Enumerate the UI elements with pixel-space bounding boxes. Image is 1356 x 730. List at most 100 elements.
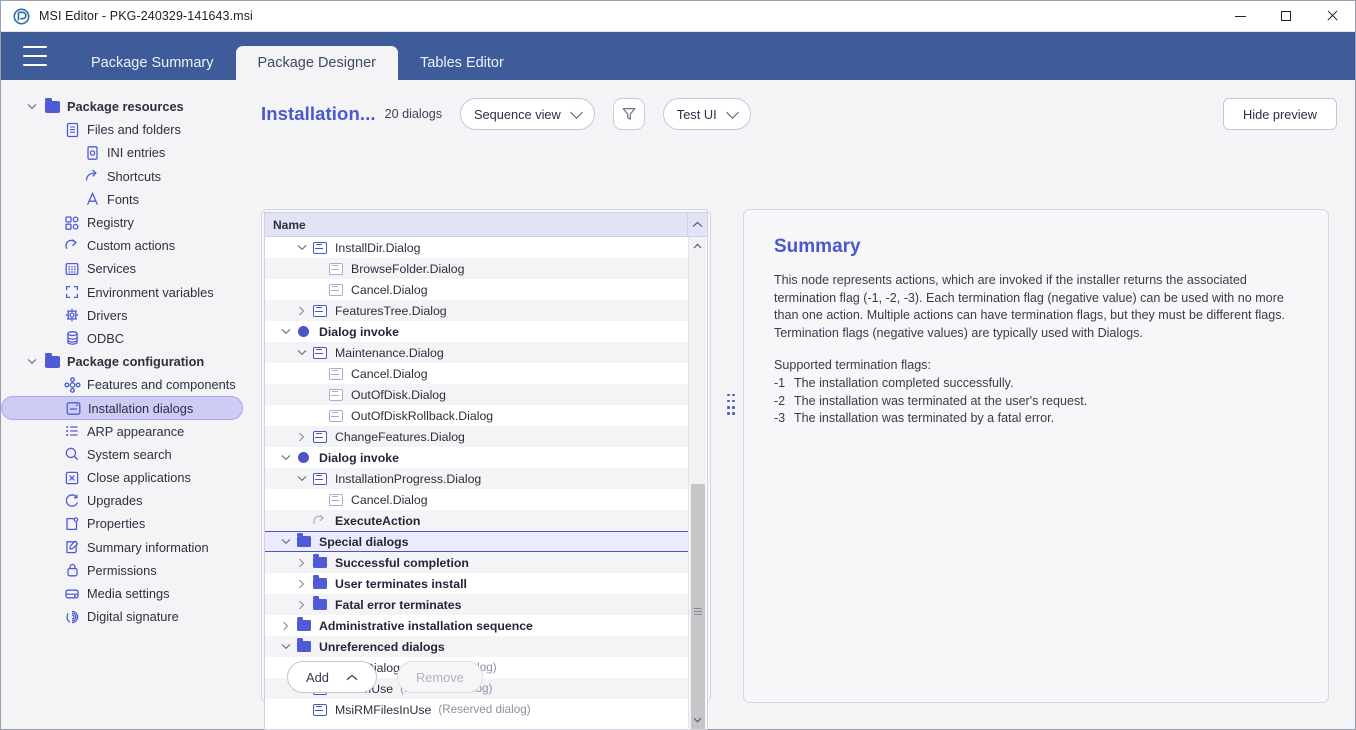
sidebar-item-permissions[interactable]: Permissions [1, 559, 243, 582]
tree-row[interactable]: Cancel.Dialog [265, 279, 688, 300]
sidebar-item-custom-actions[interactable]: Custom actions [1, 234, 243, 257]
remove-button[interactable]: Remove [396, 661, 483, 693]
tree-row[interactable]: ExecuteAction [265, 510, 688, 531]
app-icon [13, 8, 30, 25]
tree-row[interactable]: Maintenance.Dialog [265, 342, 688, 363]
sidebar-nav: Package resources Files and folders INI en… [1, 81, 251, 729]
close-icon [1326, 10, 1338, 22]
tree-row[interactable]: InstallationProgress.Dialog [265, 468, 688, 489]
chevron-right-icon [299, 306, 305, 315]
tree-row[interactable]: OutOfDiskRollback.Dialog [265, 405, 688, 426]
tree-row-twisty[interactable] [277, 643, 294, 650]
view-mode-select[interactable]: Sequence view [460, 98, 595, 130]
sidebar-item-summary-information[interactable]: Summary information [1, 536, 243, 559]
sidebar-item-label: Installation dialogs [88, 400, 194, 416]
sidebar-item-drivers[interactable]: Drivers [1, 304, 243, 327]
filter-button[interactable] [612, 98, 645, 130]
flag-text: The installation completed successfully. [794, 375, 1014, 390]
tree-row-twisty[interactable] [293, 306, 310, 316]
tree-row-twisty[interactable] [277, 621, 294, 631]
tree-row[interactable]: User terminates install [265, 573, 688, 594]
node-dot-icon [294, 326, 313, 337]
close-button[interactable] [1309, 1, 1355, 32]
tree-row[interactable]: Dialog invoke [265, 321, 688, 342]
tree-row[interactable]: Administrative installation sequence [265, 615, 688, 636]
sidebar-item-digital-signature[interactable]: Digital signature [1, 605, 243, 628]
sidebar-item-label: Properties [87, 516, 146, 532]
tree-row-twisty[interactable] [293, 600, 310, 610]
dialog-count: 20 dialogs [384, 107, 442, 121]
dialog-window-pale-icon [326, 283, 345, 296]
sidebar-item-odbc[interactable]: ODBC [1, 327, 243, 350]
tree-row[interactable]: FeaturesTree.Dialog [265, 300, 688, 321]
sidebar-item-services[interactable]: Services [1, 257, 243, 280]
sidebar-twisty[interactable] [23, 358, 41, 365]
tree-row[interactable]: Cancel.Dialog [265, 489, 688, 510]
flag-line: -3 The installation was terminated by a f… [774, 410, 1298, 428]
folder-icon [294, 638, 313, 652]
sidebar-item-ini-entries[interactable]: INI entries [1, 141, 243, 164]
tree-row[interactable]: Successful completion [265, 552, 688, 573]
media-disk-icon [61, 586, 83, 602]
flag-line: -1 The installation completed successfull… [774, 375, 1298, 393]
scroll-down-button[interactable] [689, 711, 706, 728]
sidebar-item-close-applications[interactable]: Close applications [1, 466, 243, 489]
panel-splitter[interactable] [721, 81, 741, 729]
tree-row[interactable]: Dialog invoke [265, 447, 688, 468]
tree-row-twisty[interactable] [293, 244, 310, 251]
tree-row[interactable]: BrowseFolder.Dialog [265, 258, 688, 279]
fingerprint-icon [61, 609, 83, 625]
sidebar-item-label: Environment variables [87, 284, 214, 300]
summary-title: Summary [774, 236, 861, 257]
tree-row[interactable]: ChangeFeatures.Dialog [265, 426, 688, 447]
tree-row-twisty[interactable] [293, 558, 310, 568]
sidebar-item-properties[interactable]: Properties [1, 512, 243, 535]
tree-row[interactable]: Cancel.Dialog [265, 363, 688, 384]
minimize-button[interactable] [1217, 1, 1263, 32]
tree-row-twisty[interactable] [293, 579, 310, 589]
sidebar-item-package-resources[interactable]: Package resources [1, 95, 243, 118]
sidebar-item-files-and-folders[interactable]: Files and folders [1, 118, 243, 141]
tree-row-label: Cancel.Dialog [351, 282, 428, 297]
tree-row-twisty[interactable] [293, 432, 310, 442]
tab-package-summary[interactable]: Package Summary [69, 46, 236, 80]
sidebar-item-label: ODBC [87, 330, 124, 346]
hide-preview-button[interactable]: Hide preview [1223, 98, 1337, 130]
tree-row[interactable]: MsiRMFilesInUse (Reserved dialog) [265, 699, 688, 720]
sidebar-twisty[interactable] [23, 103, 41, 110]
tab-package-designer[interactable]: Package Designer [235, 46, 398, 80]
maximize-button[interactable] [1263, 1, 1309, 32]
tree-row[interactable]: Fatal error terminates [265, 594, 688, 615]
tab-tables-editor[interactable]: Tables Editor [398, 46, 526, 80]
tree-row-label: Successful completion [335, 555, 469, 570]
tree-row-twisty[interactable] [293, 475, 310, 482]
sidebar-item-environment-variables[interactable]: Environment variables [1, 281, 243, 304]
tree-row-twisty[interactable] [277, 538, 294, 545]
chevron-up-icon [693, 243, 702, 248]
tree-row-label: OutOfDiskRollback.Dialog [351, 408, 494, 423]
sidebar-item-upgrades[interactable]: Upgrades [1, 489, 243, 512]
tree-row-twisty[interactable] [293, 349, 310, 356]
tree-row-twisty[interactable] [277, 328, 294, 335]
tree-row[interactable]: Special dialogs [265, 531, 688, 552]
chevron-up-icon [346, 673, 358, 680]
sidebar-item-features-and-components[interactable]: Features and components [1, 373, 243, 396]
sidebar-item-registry[interactable]: Registry [1, 211, 243, 234]
hamburger-icon[interactable] [23, 46, 47, 66]
sidebar-item-media-settings[interactable]: Media settings [1, 582, 243, 605]
sidebar-item-package-configuration[interactable]: Package configuration [1, 350, 243, 373]
sidebar-item-system-search[interactable]: System search [1, 443, 243, 466]
sidebar-item-arp-appearance[interactable]: ARP appearance [1, 420, 243, 443]
sidebar-item-shortcuts[interactable]: Shortcuts [1, 165, 243, 188]
chevron-down-icon [297, 475, 306, 482]
scrollbar-grip-icon [694, 611, 702, 612]
sidebar-item-installation-dialogs[interactable]: Installation dialogs [1, 396, 243, 420]
tree-row[interactable]: InstallDir.Dialog [265, 237, 688, 258]
tree-collapse-all-button[interactable] [687, 213, 707, 236]
chevron-down-icon [281, 538, 290, 545]
scroll-up-button[interactable] [689, 237, 706, 254]
tree-row-twisty[interactable] [277, 454, 294, 461]
tree-row[interactable]: OutOfDisk.Dialog [265, 384, 688, 405]
add-button[interactable]: Add [287, 661, 377, 693]
sidebar-item-fonts[interactable]: Fonts [1, 188, 243, 211]
